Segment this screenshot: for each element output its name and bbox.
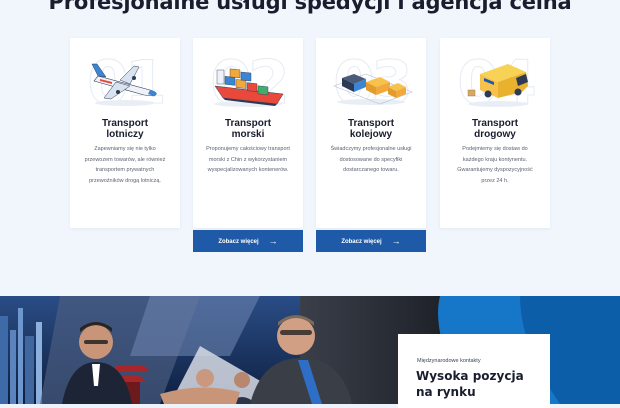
card-description: Świadczymy profesjonalne usługi dostosow…	[330, 146, 412, 173]
more-button-sea[interactable]: Zobacz więcej →	[193, 230, 303, 252]
freight-train-illustration	[333, 73, 413, 105]
service-card-rail[interactable]: 03 Transport kolejowy Świadczymy profesj…	[316, 38, 426, 228]
service-card-air[interactable]: 01 Transport lotniczy Zapewniamy się nie…	[70, 38, 180, 228]
service-card-road[interactable]: 04 Transport drogowy Podejmiemy się dost…	[440, 38, 550, 228]
info-kicker: Międzynarodowe kontakty	[417, 358, 481, 364]
card-description: Proponujemy całościowy transport morski …	[206, 146, 290, 173]
arrow-right-icon: →	[391, 236, 401, 246]
services-section: Profesjonalne usługi spedycji i agencja …	[0, 0, 620, 296]
arrow-right-icon: →	[268, 236, 278, 246]
card-description: Podejmiemy się dostaw do każdego kraju k…	[457, 146, 533, 184]
section-title: Profesjonalne usługi spedycji i agencja …	[48, 0, 572, 14]
more-button-label: Zobacz więcej	[218, 239, 259, 245]
card-title: Transport morski	[224, 118, 272, 140]
card-title: Transport drogowy	[471, 118, 519, 140]
container-ship-illustration	[214, 68, 284, 107]
service-card-sea[interactable]: 02 Transport morski Proponujemy całościo…	[193, 38, 303, 228]
market-position-box: Międzynarodowe kontakty Wysoka pozycja n…	[398, 334, 550, 408]
card-description: Zapewniamy się nie tylko przewozem towar…	[84, 146, 166, 184]
card-title: Transport lotniczy	[101, 118, 149, 140]
card-title: Transport kolejowy	[347, 118, 395, 140]
airplane-illustration	[91, 63, 157, 106]
info-title: Wysoka pozycja na rynku	[416, 369, 524, 399]
more-button-label: Zobacz więcej	[341, 239, 382, 245]
delivery-van-illustration	[467, 64, 528, 107]
more-button-rail[interactable]: Zobacz więcej →	[316, 230, 426, 252]
